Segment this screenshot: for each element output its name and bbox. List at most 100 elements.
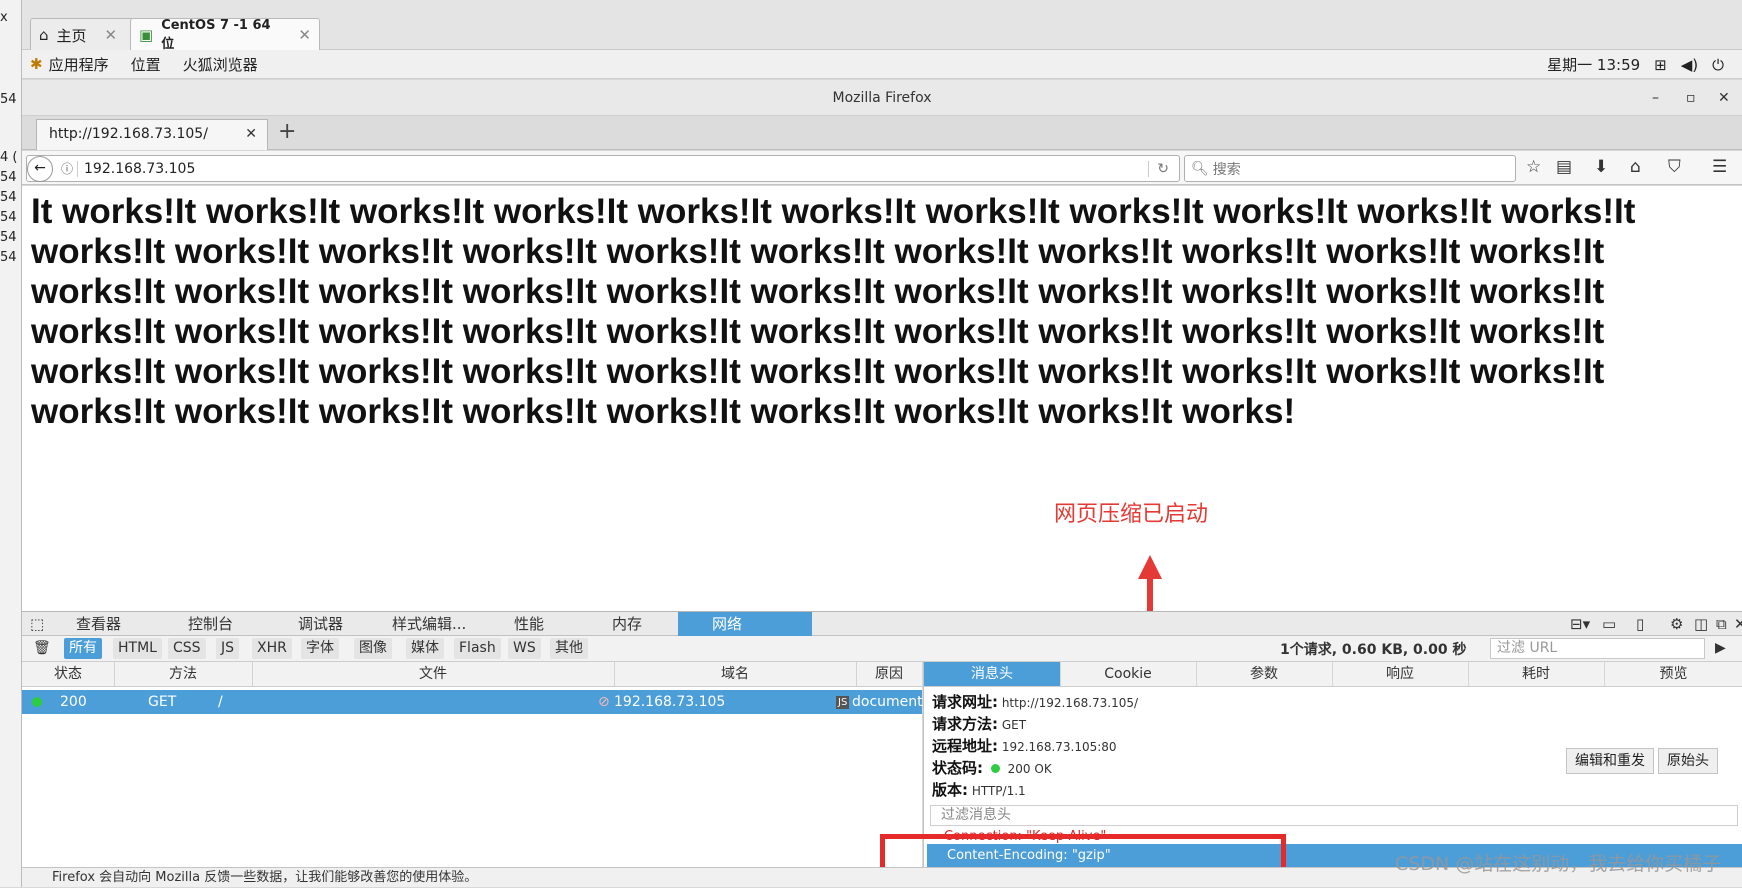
edit-resend-button[interactable]: 编辑和重发	[1566, 748, 1654, 774]
back-icon[interactable]: ←	[27, 155, 53, 182]
table-row[interactable]: 200 GET / ⊘ 192.168.73.105 JS document	[22, 690, 923, 714]
tab-preview[interactable]: 预览	[1604, 662, 1742, 686]
tab-debugger[interactable]: 调试器	[290, 612, 386, 636]
filter-url-input[interactable]: 过滤 URL	[1490, 638, 1705, 659]
scratchpad-icon[interactable]: ▭	[1594, 612, 1616, 636]
filter-all[interactable]: 所有	[64, 638, 102, 659]
value: 200 OK	[1007, 762, 1052, 776]
col-cause[interactable]: 原因	[856, 662, 922, 686]
maximize-icon[interactable]: ▫	[1686, 80, 1696, 116]
tab-style-editor[interactable]: 样式编辑...	[384, 612, 494, 636]
vm-tab-home[interactable]: ⌂ 主页 ✕	[30, 18, 146, 51]
tab-memory[interactable]: 内存	[604, 612, 680, 636]
strip-char: 54	[0, 250, 17, 265]
close-icon[interactable]: ✕	[1718, 80, 1730, 116]
home-icon[interactable]: ⌂	[1630, 157, 1641, 177]
label: 版本:	[932, 781, 968, 799]
settings-icon[interactable]: ⚙	[1662, 612, 1683, 636]
tab-timings[interactable]: 耗时	[1468, 662, 1605, 686]
raw-headers-button[interactable]: 原始头	[1658, 748, 1718, 774]
tab-headers[interactable]: 消息头	[924, 662, 1061, 686]
tab-console[interactable]: 控制台	[180, 612, 278, 636]
status-dot-icon	[990, 764, 1000, 773]
filter-fonts[interactable]: 字体	[301, 638, 339, 659]
menu-icon[interactable]: ☰	[1712, 157, 1727, 177]
strip-char: 54	[0, 170, 17, 185]
close-icon[interactable]: ✕	[1726, 612, 1742, 636]
col-file[interactable]: 文件	[252, 662, 615, 686]
filter-flash[interactable]: Flash	[454, 638, 501, 659]
filter-ws[interactable]: WS	[508, 638, 541, 659]
filter-images[interactable]: 图像	[354, 638, 392, 659]
filter-xhr[interactable]: XHR	[252, 638, 292, 659]
browser-tab-strip: http://192.168.73.105/ ✕ +	[22, 116, 1742, 150]
download-icon[interactable]: ⬇	[1594, 157, 1608, 177]
url-bar[interactable]: ← ⓘ 192.168.73.105 ↻	[26, 155, 1180, 182]
menu-firefox[interactable]: 火狐浏览器	[183, 54, 258, 75]
minimize-icon[interactable]: –	[1652, 80, 1659, 116]
version-row: 版本: HTTP/1.1	[932, 779, 1026, 800]
filter-css[interactable]: CSS	[168, 638, 206, 659]
menu-applications[interactable]: 应用程序	[49, 54, 109, 75]
tab-network[interactable]: 网络	[678, 612, 812, 636]
apps-icon: ✱	[30, 55, 43, 73]
filter-url-placeholder: 过滤 URL	[1497, 640, 1558, 656]
watermark: CSDN @站在这别动，我去给你买橘子	[1395, 853, 1722, 875]
filter-headers-input[interactable]: 过滤消息头	[930, 805, 1738, 826]
new-tab-icon[interactable]: +	[278, 119, 296, 144]
vm-tab-label: CentOS 7 -1 64 位	[161, 18, 271, 52]
browser-tab-label: http://192.168.73.105/	[49, 126, 208, 142]
navigation-bar: ← ⓘ 192.168.73.105 ↻ 🔍︎ 搜索 ☆ ▤ ⬇ ⌂ ⛉ ☰	[22, 151, 1742, 185]
request-method-row: 请求方法: GET	[932, 713, 1026, 734]
reading-list-icon[interactable]: ▤	[1556, 157, 1572, 177]
tab-response[interactable]: 响应	[1332, 662, 1469, 686]
tab-performance[interactable]: 性能	[506, 612, 582, 636]
background-window-strip: x 54 4 ( 54 54 54 54 54	[0, 0, 22, 887]
value: HTTP/1.1	[971, 784, 1026, 798]
notification-text: Firefox 会自动向 Mozilla 反馈一些数据，让我们能够改善您的使用体…	[52, 870, 478, 885]
undock-icon[interactable]: ⧉	[1708, 612, 1727, 636]
js-badge-icon: JS	[836, 696, 850, 709]
responsive-icon[interactable]: ▯	[1628, 612, 1644, 636]
reload-icon[interactable]: ↻	[1148, 160, 1169, 177]
trash-icon[interactable]: 🗑︎	[28, 638, 56, 659]
col-domain[interactable]: 域名	[614, 662, 857, 686]
filter-other[interactable]: 其他	[550, 638, 588, 659]
search-placeholder: 搜索	[1212, 161, 1241, 178]
vm-tab-centos[interactable]: ▣ CentOS 7 -1 64 位 ✕	[130, 18, 320, 52]
col-method[interactable]: 方法	[114, 662, 253, 686]
url-text[interactable]: 192.168.73.105	[77, 160, 195, 177]
home-icon: ⌂	[39, 26, 49, 44]
close-icon[interactable]: ✕	[105, 26, 118, 44]
split-icon[interactable]: ⊟▾	[1562, 612, 1590, 636]
row-status: 200	[60, 694, 87, 710]
request-url-row: 请求网址: http://192.168.73.105/	[932, 691, 1138, 712]
vm-tab-label: 主页	[56, 26, 87, 45]
filter-js[interactable]: JS	[216, 638, 240, 659]
request-table-header: 状态 方法 文件 域名 原因	[22, 662, 922, 687]
pocket-icon[interactable]: ⛉	[1668, 157, 1681, 177]
toggle-panel-icon[interactable]: ▶	[1710, 638, 1731, 659]
volume-icon[interactable]: ◀)	[1681, 56, 1698, 74]
tab-inspector[interactable]: 查看器	[68, 612, 164, 636]
filter-html[interactable]: HTML	[113, 638, 162, 659]
browser-tab[interactable]: http://192.168.73.105/ ✕	[36, 119, 268, 150]
dock-icon[interactable]: ◫	[1686, 612, 1708, 636]
network-icon[interactable]: ⊞	[1654, 56, 1667, 74]
close-icon[interactable]: ✕	[245, 120, 257, 149]
power-icon[interactable]: ⏻	[1712, 56, 1724, 74]
close-icon[interactable]: ✕	[298, 26, 311, 44]
menu-places[interactable]: 位置	[131, 54, 161, 75]
clock[interactable]: 星期一 13:59	[1547, 54, 1640, 75]
vm-tab-bar: ⌂ 主页 ✕ ▣ CentOS 7 -1 64 位 ✕	[22, 0, 1742, 52]
filter-media[interactable]: 媒体	[406, 638, 444, 659]
tab-params[interactable]: 参数	[1196, 662, 1333, 686]
picker-icon[interactable]: ⬚	[22, 612, 52, 636]
tab-cookies[interactable]: Cookie	[1060, 662, 1197, 686]
page-content: It works!It works!It works!It works!It w…	[22, 186, 1742, 611]
search-input[interactable]: 🔍︎ 搜索	[1184, 155, 1516, 182]
bookmark-star-icon[interactable]: ☆	[1526, 157, 1541, 177]
row-cause: document	[852, 694, 923, 710]
info-icon[interactable]: ⓘ	[61, 160, 73, 177]
col-status[interactable]: 状态	[22, 662, 115, 686]
